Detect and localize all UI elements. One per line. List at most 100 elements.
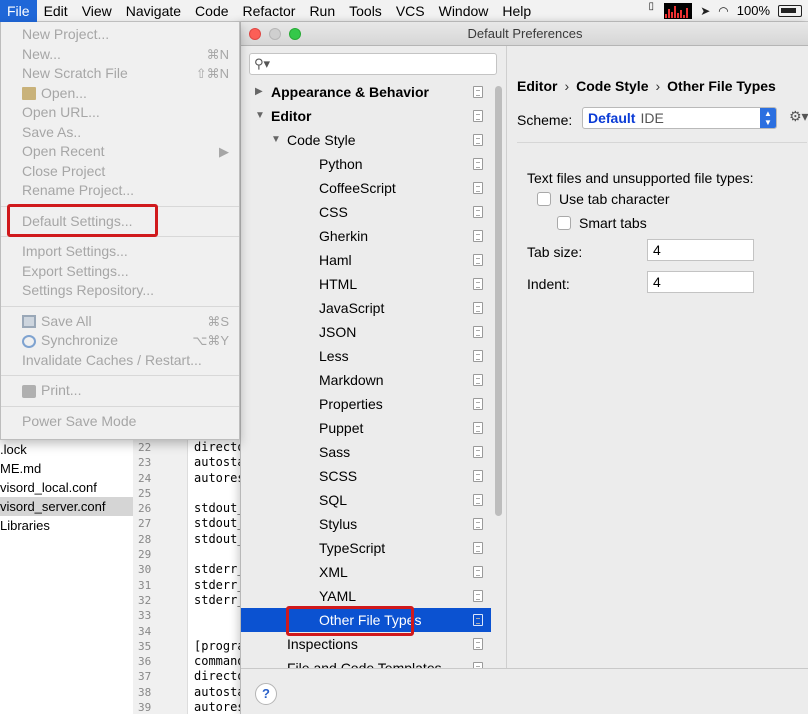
font-tray-icon[interactable]: ▯ (646, 1, 656, 19)
battery-icon[interactable] (778, 4, 802, 17)
settings-tree-item-puppet[interactable]: Puppet (241, 416, 491, 440)
copy-settings-icon[interactable] (473, 398, 483, 410)
menu-code[interactable]: Code (188, 0, 235, 22)
copy-settings-icon[interactable] (473, 254, 483, 266)
cpu-monitor-icon[interactable] (664, 2, 693, 19)
settings-tree-scrollbar[interactable] (495, 86, 502, 516)
file-menu-power-save-mode[interactable]: Power Save Mode (1, 412, 239, 432)
menu-navigate[interactable]: Navigate (119, 0, 188, 22)
menu-edit[interactable]: Edit (37, 0, 75, 22)
file-menu-synchronize[interactable]: Synchronize ⌥⌘Y (1, 331, 239, 351)
project-file-item[interactable]: visord_server.conf (0, 497, 133, 516)
help-button[interactable]: ? (255, 683, 277, 705)
file-menu-save-as[interactable]: Save As.. (1, 123, 239, 143)
file-menu-export-settings[interactable]: Export Settings... (1, 262, 239, 282)
copy-settings-icon[interactable] (473, 470, 483, 482)
file-menu-new-scratch-file[interactable]: New Scratch File ⇧⌘N (1, 64, 239, 84)
copy-settings-icon[interactable] (473, 374, 483, 386)
settings-tree-item-appearance-behavior[interactable]: ▶ Appearance & Behavior (241, 80, 491, 104)
copy-settings-icon[interactable] (473, 326, 483, 338)
code-editor[interactable]: directo autosta autores stdout_ stdout_ stdou… (188, 440, 244, 714)
settings-tree-item-haml[interactable]: Haml (241, 248, 491, 272)
file-menu-default-settings[interactable]: Default Settings... (1, 212, 239, 232)
window-close-button[interactable] (249, 28, 261, 40)
settings-tree-item-stylus[interactable]: Stylus (241, 512, 491, 536)
indent-input[interactable]: 4 (647, 271, 754, 293)
menu-file[interactable]: File (0, 0, 37, 22)
smart-tabs-checkbox[interactable] (557, 216, 571, 230)
settings-tree-item-sass[interactable]: Sass (241, 440, 491, 464)
settings-tree-item-markdown[interactable]: Markdown (241, 368, 491, 392)
menu-view[interactable]: View (75, 0, 119, 22)
settings-tree-item-coffeescript[interactable]: CoffeeScript (241, 176, 491, 200)
copy-settings-icon[interactable] (473, 638, 483, 650)
settings-search-box[interactable]: ⚲▾ (249, 53, 497, 75)
settings-tree-item-editor[interactable]: ▼ Editor (241, 104, 491, 128)
copy-settings-icon[interactable] (473, 206, 483, 218)
settings-tree-item-python[interactable]: Python (241, 152, 491, 176)
project-file-item[interactable]: ME.md (0, 459, 133, 478)
file-menu-print[interactable]: Print... (1, 381, 239, 401)
use-tab-checkbox[interactable] (537, 192, 551, 206)
settings-tree-item-sql[interactable]: SQL (241, 488, 491, 512)
settings-tree-item-typescript[interactable]: TypeScript (241, 536, 491, 560)
gear-icon[interactable]: ⚙▾ (789, 108, 808, 125)
copy-settings-icon[interactable] (473, 542, 483, 554)
expand-right-icon[interactable]: ▶ (255, 80, 263, 104)
file-menu-import-settings[interactable]: Import Settings... (1, 242, 239, 262)
copy-settings-icon[interactable] (473, 110, 483, 122)
settings-tree-item-gherkin[interactable]: Gherkin (241, 224, 491, 248)
copy-settings-icon[interactable] (473, 518, 483, 530)
copy-settings-icon[interactable] (473, 350, 483, 362)
file-menu-invalidate-caches-restart[interactable]: Invalidate Caches / Restart... (1, 351, 239, 371)
copy-settings-icon[interactable] (473, 590, 483, 602)
wifi-icon[interactable]: ◠ (718, 3, 728, 19)
menu-run[interactable]: Run (302, 0, 342, 22)
file-menu-save-all[interactable]: Save All ⌘S (1, 312, 239, 332)
copy-settings-icon[interactable] (473, 446, 483, 458)
copy-settings-icon[interactable] (473, 566, 483, 578)
settings-tree-item-scss[interactable]: SCSS (241, 464, 491, 488)
file-menu-new-project[interactable]: New Project... (1, 25, 239, 45)
settings-search-input[interactable] (272, 56, 492, 72)
copy-settings-icon[interactable] (473, 614, 483, 626)
menu-vcs[interactable]: VCS (389, 0, 432, 22)
file-menu-open-recent[interactable]: Open Recent ▶ (1, 142, 239, 162)
scheme-select[interactable]: Default IDE ▲ ▼ (582, 107, 777, 129)
expand-down-icon[interactable]: ▼ (255, 104, 265, 128)
window-minimize-button[interactable] (269, 28, 281, 40)
settings-tree-item-less[interactable]: Less (241, 344, 491, 368)
menu-tools[interactable]: Tools (342, 0, 389, 22)
menu-window[interactable]: Window (432, 0, 496, 22)
project-file-item[interactable]: visord_local.conf (0, 478, 133, 497)
settings-tree-item-javascript[interactable]: JavaScript (241, 296, 491, 320)
settings-tree-item-other-file-types[interactable]: Other File Types (241, 608, 491, 632)
copy-settings-icon[interactable] (473, 134, 483, 146)
file-menu-settings-repository[interactable]: Settings Repository... (1, 281, 239, 301)
project-file-item[interactable]: Libraries (0, 516, 133, 535)
copy-settings-icon[interactable] (473, 230, 483, 242)
menu-refactor[interactable]: Refactor (236, 0, 303, 22)
file-menu-open-url[interactable]: Open URL... (1, 103, 239, 123)
copy-settings-icon[interactable] (473, 302, 483, 314)
settings-tree-item-code-style[interactable]: ▼ Code Style (241, 128, 491, 152)
send-arrow-icon[interactable]: ➤ (700, 3, 710, 19)
file-menu-rename-project[interactable]: Rename Project... (1, 181, 239, 201)
copy-settings-icon[interactable] (473, 158, 483, 170)
copy-settings-icon[interactable] (473, 422, 483, 434)
copy-settings-icon[interactable] (473, 494, 483, 506)
copy-settings-icon[interactable] (473, 86, 483, 98)
file-menu-close-project[interactable]: Close Project (1, 162, 239, 182)
settings-tree-item-json[interactable]: JSON (241, 320, 491, 344)
file-menu-open[interactable]: Open... (1, 84, 239, 104)
window-zoom-button[interactable] (289, 28, 301, 40)
settings-tree-item-yaml[interactable]: YAML (241, 584, 491, 608)
settings-tree-item-inspections[interactable]: Inspections (241, 632, 491, 656)
settings-tree-item-properties[interactable]: Properties (241, 392, 491, 416)
copy-settings-icon[interactable] (473, 182, 483, 194)
settings-tree-item-xml[interactable]: XML (241, 560, 491, 584)
tab-size-input[interactable]: 4 (647, 239, 754, 261)
copy-settings-icon[interactable] (473, 278, 483, 290)
menu-help[interactable]: Help (495, 0, 538, 22)
file-menu-new[interactable]: New... ⌘N (1, 45, 239, 65)
